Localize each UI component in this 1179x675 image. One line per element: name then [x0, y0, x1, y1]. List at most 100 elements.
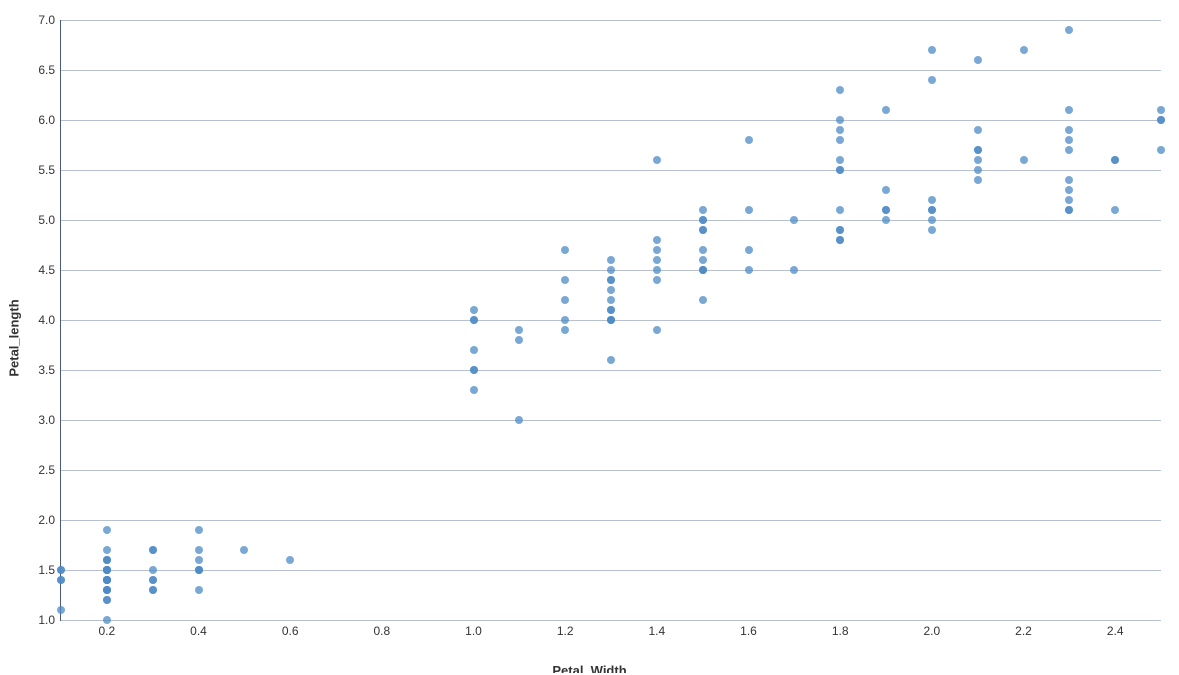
data-point — [57, 606, 65, 614]
data-point — [699, 256, 707, 264]
y-tick-label: 2.5 — [38, 463, 61, 477]
data-point — [928, 46, 936, 54]
data-point — [1020, 46, 1028, 54]
y-gridline — [61, 520, 1161, 521]
data-point — [974, 176, 982, 184]
y-gridline — [61, 120, 1161, 121]
y-axis-title: Petal_length — [7, 299, 22, 376]
y-gridline — [61, 570, 1161, 571]
data-point — [195, 586, 203, 594]
y-tick-label: 1.0 — [38, 613, 61, 627]
data-point — [561, 326, 569, 334]
data-point — [515, 326, 523, 334]
data-point — [470, 386, 478, 394]
y-gridline — [61, 220, 1161, 221]
data-point — [836, 86, 844, 94]
data-point — [836, 156, 844, 164]
data-point — [607, 296, 615, 304]
data-point — [195, 556, 203, 564]
data-point — [1065, 146, 1073, 154]
data-point — [1157, 146, 1165, 154]
data-point — [745, 246, 753, 254]
data-point — [1111, 156, 1119, 164]
data-point — [561, 276, 569, 284]
x-tick-label: 1.8 — [832, 620, 849, 638]
x-tick-label: 0.8 — [373, 620, 390, 638]
data-point — [149, 546, 157, 554]
data-point — [653, 246, 661, 254]
data-point — [103, 556, 111, 564]
data-point — [974, 56, 982, 64]
x-tick-label: 1.4 — [648, 620, 665, 638]
data-point — [607, 306, 615, 314]
data-point — [1065, 126, 1073, 134]
data-point — [103, 616, 111, 624]
data-point — [1157, 106, 1165, 114]
data-point — [103, 596, 111, 604]
data-point — [836, 136, 844, 144]
x-tick-label: 2.0 — [923, 620, 940, 638]
data-point — [699, 226, 707, 234]
data-point — [928, 216, 936, 224]
x-tick-label: 1.0 — [465, 620, 482, 638]
data-point — [653, 156, 661, 164]
x-tick-label: 1.2 — [557, 620, 574, 638]
data-point — [928, 206, 936, 214]
data-point — [103, 526, 111, 534]
data-point — [653, 256, 661, 264]
data-point — [561, 296, 569, 304]
data-point — [699, 206, 707, 214]
data-point — [790, 266, 798, 274]
data-point — [149, 566, 157, 574]
data-point — [1111, 206, 1119, 214]
data-point — [470, 366, 478, 374]
y-tick-label: 2.0 — [38, 513, 61, 527]
data-point — [836, 236, 844, 244]
data-point — [928, 76, 936, 84]
data-point — [195, 566, 203, 574]
data-point — [882, 106, 890, 114]
data-point — [745, 206, 753, 214]
data-point — [653, 236, 661, 244]
y-tick-label: 5.0 — [38, 213, 61, 227]
data-point — [561, 246, 569, 254]
data-point — [974, 146, 982, 154]
data-point — [653, 266, 661, 274]
scatter-chart: Petal_length 1.01.52.02.53.03.54.04.55.0… — [0, 0, 1179, 675]
data-point — [103, 546, 111, 554]
y-tick-label: 3.5 — [38, 363, 61, 377]
data-point — [699, 216, 707, 224]
data-point — [928, 226, 936, 234]
data-point — [286, 556, 294, 564]
data-point — [974, 156, 982, 164]
data-point — [699, 296, 707, 304]
data-point — [836, 116, 844, 124]
y-tick-label: 6.0 — [38, 113, 61, 127]
data-point — [149, 586, 157, 594]
data-point — [195, 546, 203, 554]
y-tick-label: 4.0 — [38, 313, 61, 327]
data-point — [607, 316, 615, 324]
data-point — [882, 206, 890, 214]
data-point — [103, 576, 111, 584]
data-point — [699, 246, 707, 254]
data-point — [57, 576, 65, 584]
data-point — [1065, 136, 1073, 144]
data-point — [836, 206, 844, 214]
data-point — [653, 276, 661, 284]
data-point — [1065, 206, 1073, 214]
data-point — [607, 286, 615, 294]
y-gridline — [61, 620, 1161, 621]
y-tick-label: 7.0 — [38, 13, 61, 27]
data-point — [836, 126, 844, 134]
data-point — [240, 546, 248, 554]
data-point — [974, 166, 982, 174]
data-point — [607, 356, 615, 364]
data-point — [1065, 176, 1073, 184]
y-tick-label: 5.5 — [38, 163, 61, 177]
data-point — [470, 316, 478, 324]
data-point — [745, 136, 753, 144]
data-point — [607, 256, 615, 264]
x-tick-label: 2.2 — [1015, 620, 1032, 638]
x-tick-label: 0.6 — [282, 620, 299, 638]
